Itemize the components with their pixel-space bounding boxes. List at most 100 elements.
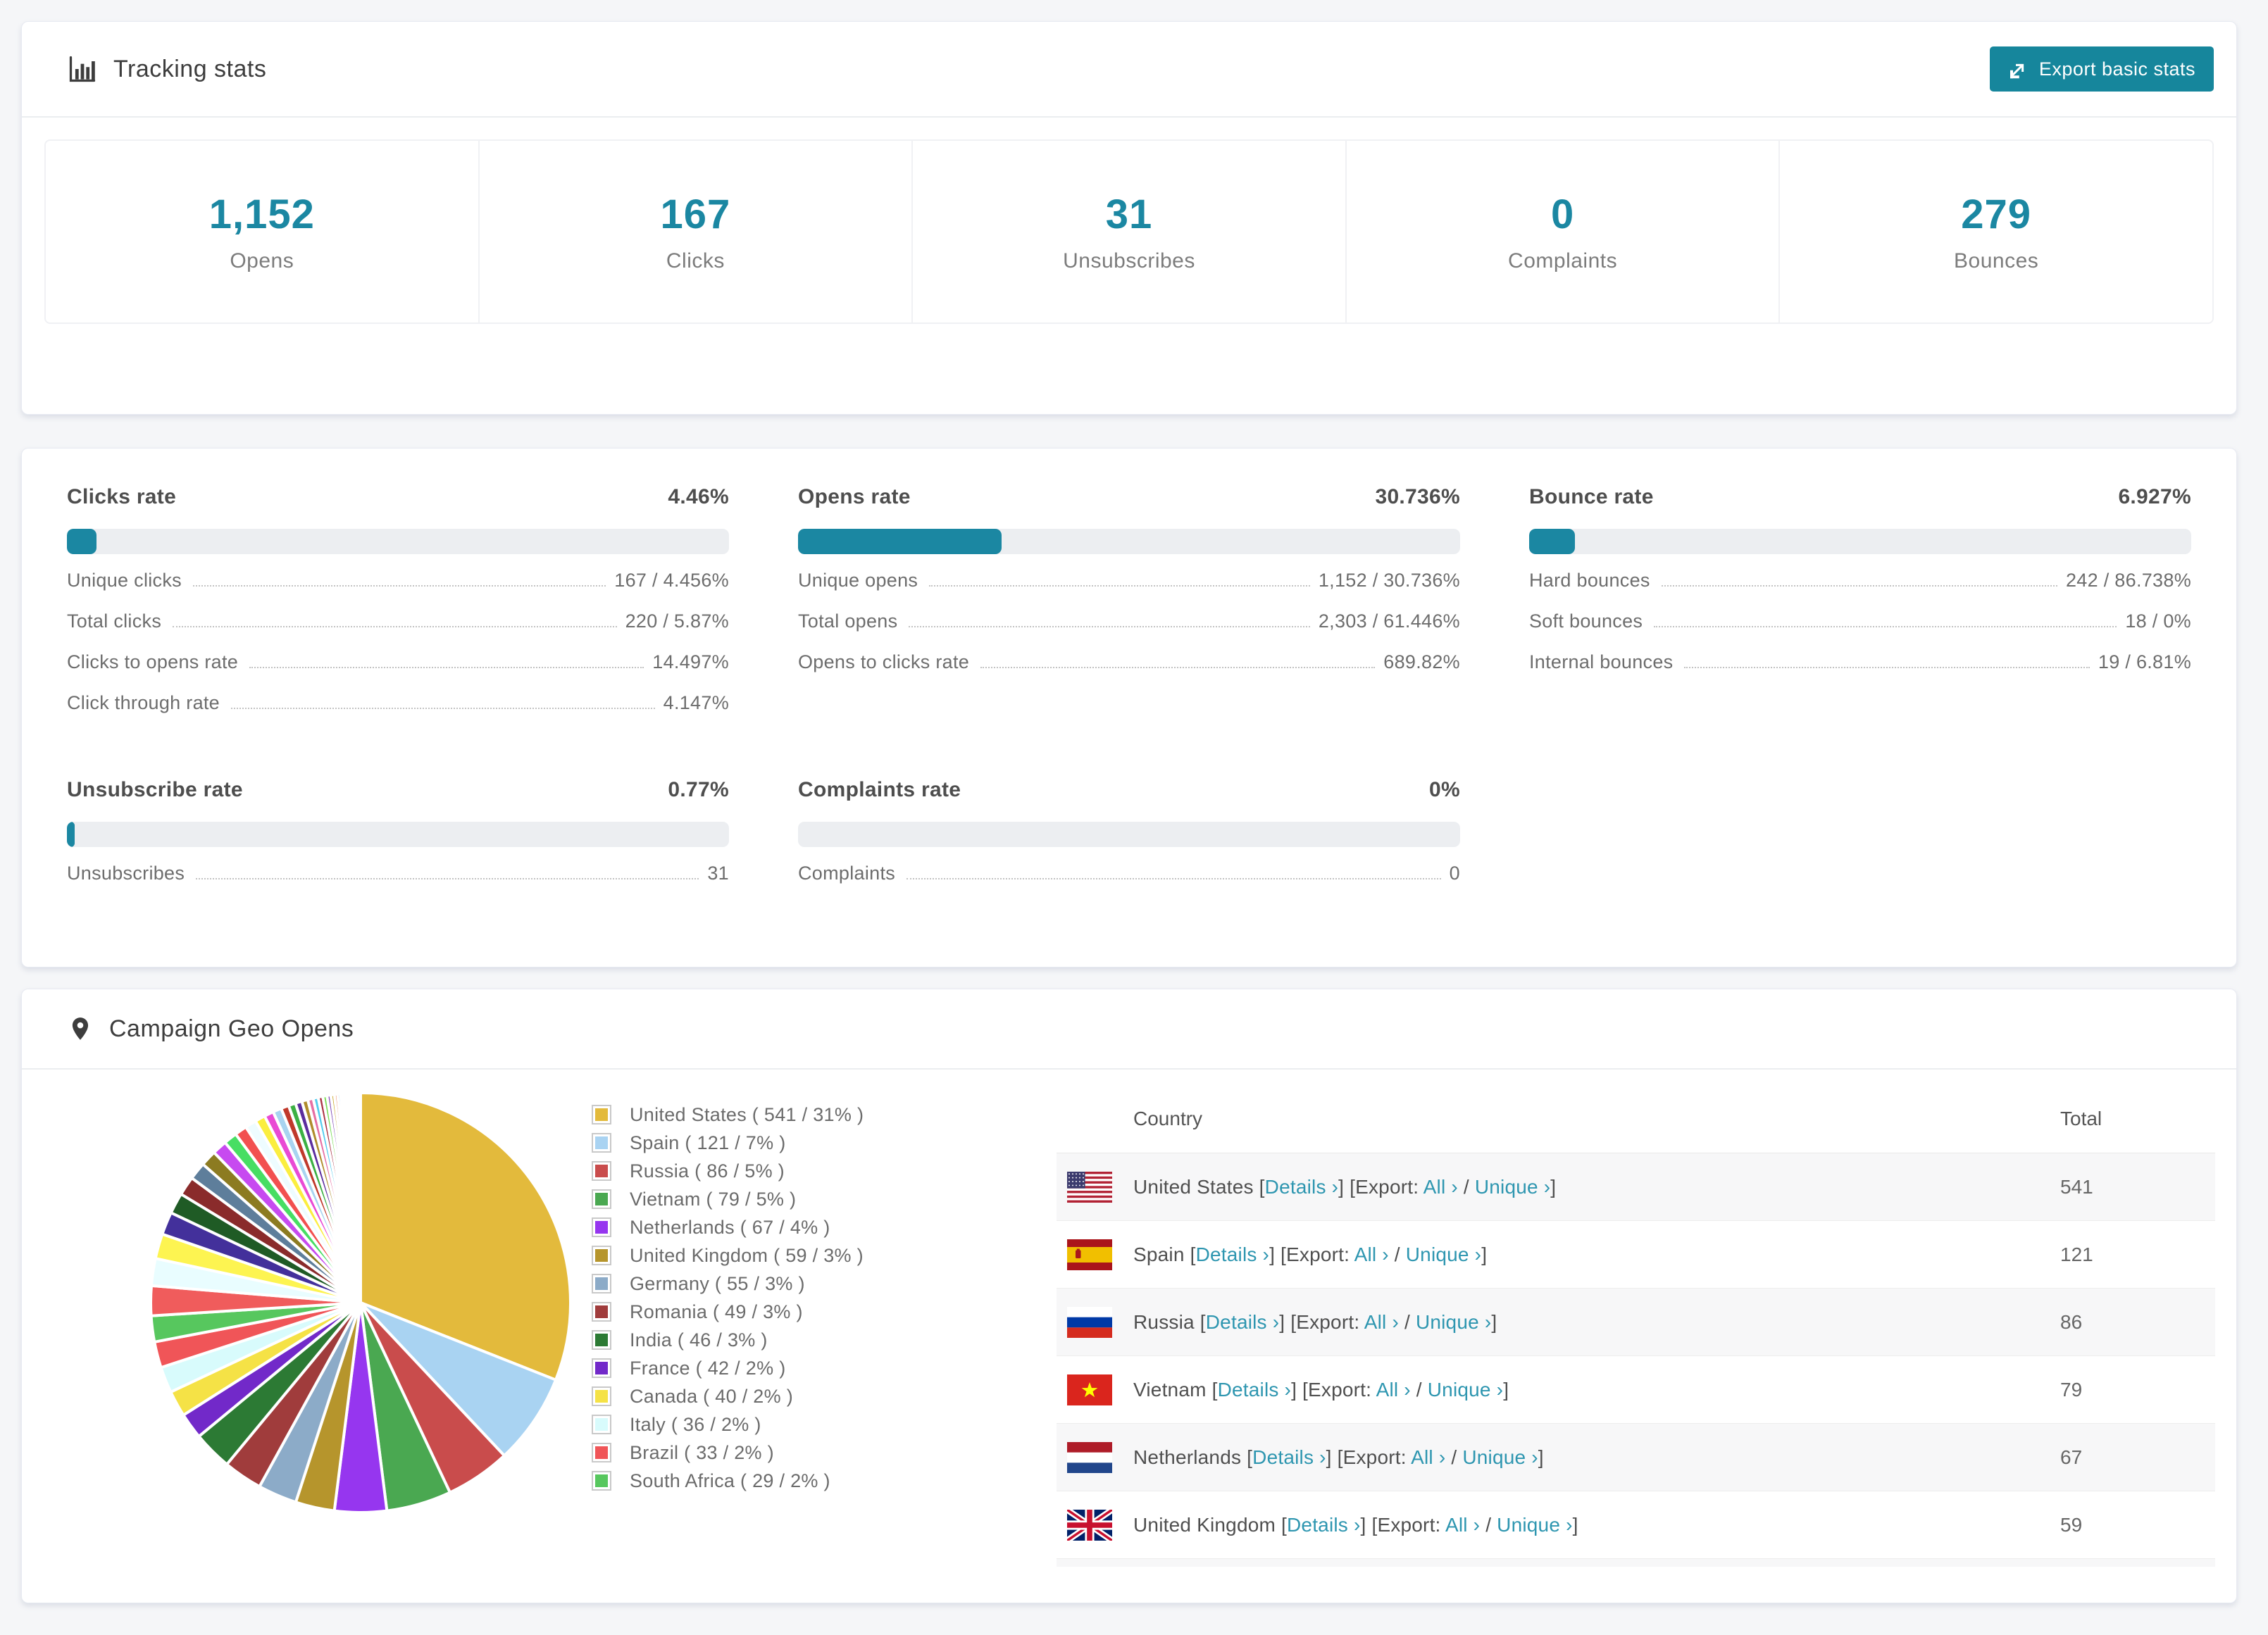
rate-section-title: Opens rate	[798, 485, 911, 508]
bracket-text: ] [Export:	[1360, 1513, 1445, 1536]
export-unique-link-spain[interactable]: Unique ›	[1406, 1244, 1481, 1265]
export-unique-link-united-kingdom[interactable]: Unique ›	[1497, 1514, 1572, 1536]
legend-item[interactable]: France ( 42 / 2% )	[592, 1354, 1057, 1382]
legend-item[interactable]: India ( 46 / 3% )	[592, 1326, 1057, 1354]
legend-swatch	[592, 1161, 611, 1181]
bracket-text: ] [Export:	[1326, 1446, 1412, 1468]
stat-box-unsubscribes: 31 Unsubscribes	[911, 141, 1345, 322]
tracking-stats-title: Tracking stats	[113, 55, 267, 82]
legend-item[interactable]: Canada ( 40 / 2% )	[592, 1382, 1057, 1410]
country-cell: Russia [Details ›] [Export: All › / Uniq…	[1133, 1311, 2060, 1334]
rate-detail-row: Hard bounces 242 / 86.738%	[1529, 570, 2191, 610]
dashboard-page: Tracking stats Export basic stats 1,152 O…	[0, 21, 2268, 1635]
stat-summary-row: 1,152 Opens 167 Clicks 31 Unsubscribes 0 Compla…	[44, 139, 2214, 324]
rate-detail-label: Clicks to opens rate	[67, 651, 239, 672]
progress-bar	[798, 822, 1460, 847]
rate-detail-row: Internal bounces 19 / 6.81%	[1529, 651, 2191, 692]
legend-label: United States ( 541 / 31% )	[630, 1103, 864, 1125]
geo-title: Campaign Geo Opens	[109, 1015, 354, 1042]
flag-us-icon	[1067, 1171, 1112, 1203]
export-all-link-spain[interactable]: All ›	[1354, 1244, 1389, 1265]
flag-vn-icon	[1067, 1374, 1112, 1405]
bracket-text: ]	[1491, 1310, 1497, 1333]
rate-section-header: Bounce rate 6.927%	[1529, 485, 2191, 509]
country-cell: Netherlands [Details ›] [Export: All › /…	[1133, 1446, 2060, 1469]
rate-section-header: Unsubscribe rate 0.77%	[67, 778, 729, 802]
rate-detail-value: 0	[1449, 863, 1460, 884]
details-link-netherlands[interactable]: Details ›	[1252, 1446, 1326, 1468]
details-link-vietnam[interactable]: Details ›	[1218, 1379, 1292, 1401]
stat-label: Unsubscribes	[1063, 249, 1195, 272]
rate-detail-row: Total opens 2,303 / 61.446%	[798, 610, 1460, 651]
legend-item[interactable]: Brazil ( 33 / 2% )	[592, 1439, 1057, 1467]
country-name: Vietnam	[1133, 1378, 1207, 1401]
legend-label: South Africa ( 29 / 2% )	[630, 1470, 830, 1491]
geo-pie-chart[interactable]	[67, 1070, 592, 1567]
total-value: 59	[2060, 1513, 2083, 1536]
export-all-link-united-states[interactable]: All ›	[1423, 1176, 1458, 1198]
stat-value: 0	[1550, 191, 1575, 237]
export-all-link-vietnam[interactable]: All ›	[1376, 1379, 1411, 1401]
rate-detail-label: Soft bounces	[1529, 610, 1643, 632]
legend-item[interactable]: South Africa ( 29 / 2% )	[592, 1467, 1057, 1495]
rate-detail-label: Opens to clicks rate	[798, 651, 970, 672]
legend-swatch	[592, 1274, 611, 1293]
export-basic-stats-button[interactable]: Export basic stats	[1989, 46, 2214, 92]
stat-label: Opens	[230, 249, 294, 272]
rate-section-complaints-rate: Complaints rate 0% Complaints 0	[798, 778, 1460, 903]
bracket-text: /	[1398, 1310, 1416, 1333]
dotted-leader	[249, 667, 644, 668]
rate-section-title: Unsubscribe rate	[67, 778, 243, 801]
stat-box-complaints: 0 Complaints	[1345, 141, 1779, 322]
total-value: 79	[2060, 1378, 2083, 1401]
stat-value: 167	[660, 191, 731, 237]
details-link-russia[interactable]: Details ›	[1206, 1311, 1280, 1333]
export-unique-link-russia[interactable]: Unique ›	[1416, 1311, 1491, 1333]
legend-item[interactable]: Vietnam ( 79 / 5% )	[592, 1185, 1057, 1213]
country-name: Netherlands	[1133, 1446, 1242, 1468]
export-unique-link-united-states[interactable]: Unique ›	[1475, 1176, 1550, 1198]
table-row-united-states: United States [Details ›] [Export: All ›…	[1057, 1153, 2215, 1221]
details-link-spain[interactable]: Details ›	[1196, 1244, 1270, 1265]
total-value: 121	[2060, 1243, 2093, 1265]
tracking-stats-card: Tracking stats Export basic stats 1,152 O…	[21, 21, 2237, 415]
details-link-united-kingdom[interactable]: Details ›	[1287, 1514, 1361, 1536]
legend-label: Germany ( 55 / 3% )	[630, 1272, 805, 1294]
export-all-link-russia[interactable]: All ›	[1364, 1311, 1399, 1333]
legend-item[interactable]: United States ( 541 / 31% )	[592, 1101, 1057, 1129]
rate-section-value: 4.46%	[668, 485, 729, 508]
rate-detail-value: 19 / 6.81%	[2098, 651, 2191, 672]
legend-item[interactable]: United Kingdom ( 59 / 3% )	[592, 1241, 1057, 1270]
total-column-header: Total	[2060, 1108, 2102, 1129]
rate-section-header: Clicks rate 4.46%	[67, 485, 729, 509]
legend-label: Netherlands ( 67 / 4% )	[630, 1216, 830, 1238]
bracket-text: ] [Export:	[1279, 1310, 1364, 1333]
tracking-stats-header: Tracking stats Export basic stats	[22, 22, 2236, 116]
legend-item[interactable]: Italy ( 36 / 2% )	[592, 1410, 1057, 1439]
country-name: United Kingdom	[1133, 1513, 1276, 1536]
stat-value: 31	[1105, 191, 1153, 237]
export-all-link-netherlands[interactable]: All ›	[1411, 1446, 1445, 1468]
export-unique-link-vietnam[interactable]: Unique ›	[1428, 1379, 1503, 1401]
rate-detail-label: Hard bounces	[1529, 570, 1650, 591]
legend-item[interactable]: Romania ( 49 / 3% )	[592, 1298, 1057, 1326]
rate-section-value: 6.927%	[2118, 485, 2191, 508]
stat-value: 1,152	[208, 191, 315, 237]
details-link-united-states[interactable]: Details ›	[1265, 1176, 1339, 1198]
pie-slice-other-country[interactable]	[358, 1091, 362, 1304]
legend-item[interactable]: Netherlands ( 67 / 4% )	[592, 1213, 1057, 1241]
rate-detail-value: 2,303 / 61.446%	[1318, 610, 1460, 632]
geo-header: Campaign Geo Opens	[22, 989, 2236, 1068]
rate-section-unsubscribe-rate: Unsubscribe rate 0.77% Unsubscribes 31	[67, 778, 729, 903]
legend-item[interactable]: Germany ( 55 / 3% )	[592, 1270, 1057, 1298]
legend-item[interactable]: Spain ( 121 / 7% )	[592, 1129, 1057, 1157]
table-row-united-kingdom: United Kingdom [Details ›] [Export: All …	[1057, 1491, 2215, 1559]
stat-box-clicks: 167 Clicks	[478, 141, 912, 322]
table-row-russia: Russia [Details ›] [Export: All › / Uniq…	[1057, 1289, 2215, 1356]
legend-item[interactable]: Russia ( 86 / 5% )	[592, 1157, 1057, 1185]
geo-table-header: Country Total	[1057, 1085, 2215, 1153]
rate-detail-value: 4.147%	[663, 692, 729, 713]
export-unique-link-netherlands[interactable]: Unique ›	[1462, 1446, 1538, 1468]
export-all-link-united-kingdom[interactable]: All ›	[1445, 1514, 1480, 1536]
dotted-leader	[173, 626, 617, 627]
